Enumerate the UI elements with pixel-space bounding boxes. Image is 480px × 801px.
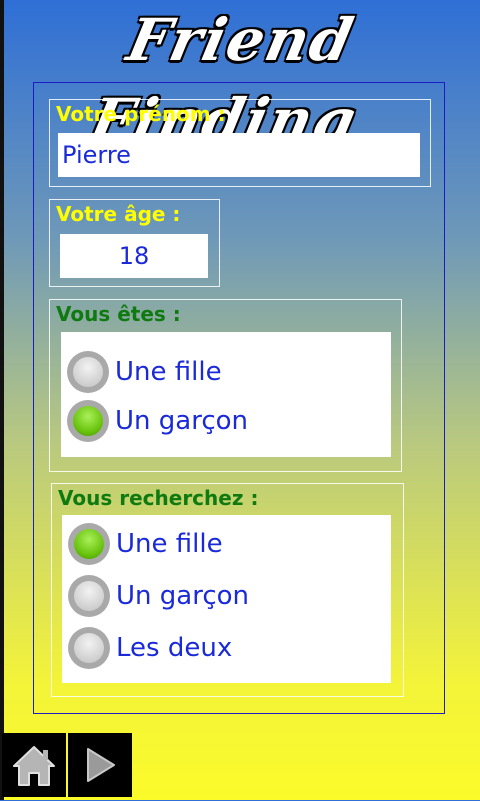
radio-button-selected[interactable]	[68, 523, 110, 565]
age-label: Votre âge :	[56, 202, 181, 226]
seeking-option-female-label: Une fille	[116, 529, 223, 559]
age-group: Votre âge :	[49, 199, 220, 287]
gender-label: Vous êtes :	[56, 302, 181, 326]
gender-option-female[interactable]: Une fille	[67, 349, 222, 395]
play-arrow-icon	[87, 748, 115, 782]
firstname-label: Votre prénom :	[56, 102, 226, 126]
radio-button[interactable]	[68, 627, 110, 669]
next-button[interactable]	[68, 733, 132, 797]
app-title: Friend Finding	[84, 6, 364, 154]
seeking-option-female[interactable]: Une fille	[68, 521, 223, 567]
radio-button[interactable]	[68, 575, 110, 617]
seeking-option-male-label: Un garçon	[116, 581, 250, 611]
left-edge-strip	[0, 0, 4, 800]
radio-button[interactable]	[67, 351, 109, 393]
age-input[interactable]	[60, 234, 208, 278]
gender-option-male[interactable]: Un garçon	[67, 398, 248, 444]
gender-group: Vous êtes : Une fille Un garçon	[49, 299, 402, 472]
seeking-group: Vous recherchez : Une fille Un garçon Le…	[51, 483, 404, 697]
firstname-input[interactable]	[58, 133, 420, 177]
seeking-option-both[interactable]: Les deux	[68, 625, 232, 671]
seeking-options-panel: Une fille Un garçon Les deux	[62, 515, 391, 683]
seeking-option-male[interactable]: Un garçon	[68, 573, 249, 619]
form-frame: Votre prénom : Votre âge : Vous êtes : U…	[33, 82, 445, 714]
gender-option-male-label: Un garçon	[115, 406, 249, 436]
seeking-option-both-label: Les deux	[116, 633, 233, 663]
home-icon	[13, 746, 55, 786]
firstname-group: Votre prénom :	[49, 99, 431, 187]
gender-option-female-label: Une fille	[115, 357, 222, 387]
gender-options-panel: Une fille Un garçon	[61, 332, 391, 457]
home-button[interactable]	[2, 733, 66, 797]
seeking-label: Vous recherchez :	[58, 486, 259, 510]
radio-button-selected[interactable]	[67, 400, 109, 442]
